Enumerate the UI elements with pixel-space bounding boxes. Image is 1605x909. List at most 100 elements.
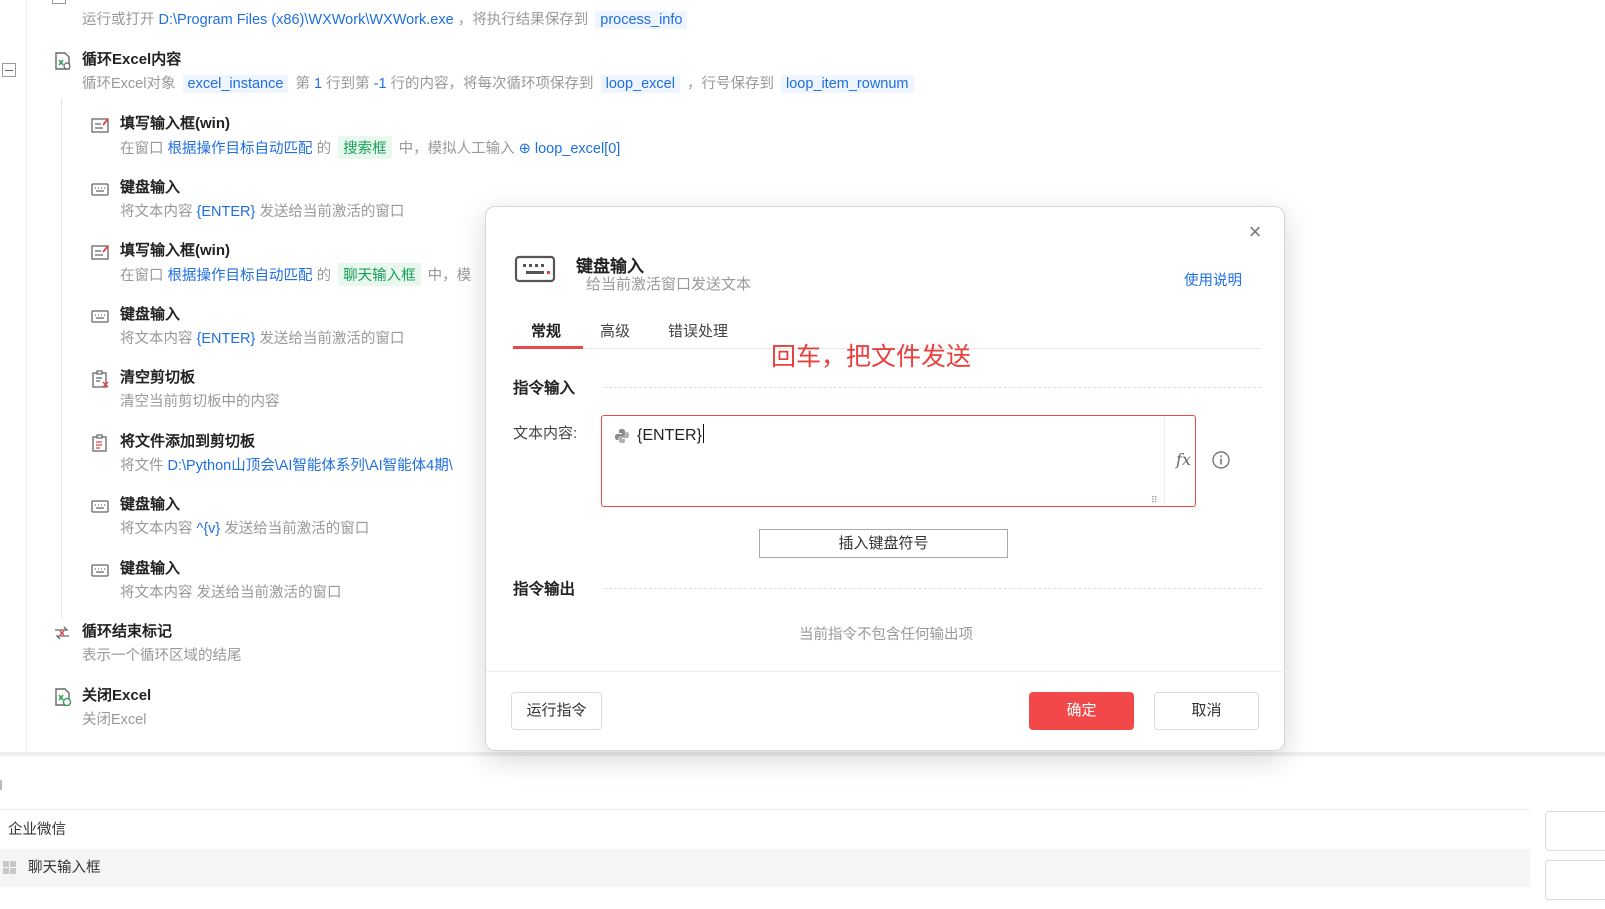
preview-box[interactable] (1545, 860, 1605, 900)
python-icon (615, 429, 629, 443)
step-title: 将文件添加到剪切板 (120, 433, 256, 450)
keyboard-icon (91, 310, 109, 323)
element-tag: 聊天输入框 (338, 263, 421, 286)
step-title: 关闭Excel (82, 687, 152, 704)
step-loop-excel[interactable]: 循环Excel内容 循环Excel对象 excel_instance 第 1 行… (52, 48, 1002, 108)
step-title: 循环结束标记 (82, 623, 173, 640)
text-caret (702, 424, 704, 443)
input-section-title: 指令输入 (513, 380, 576, 397)
element-library-panel: 企业微信 聊天输入框 (0, 756, 1605, 909)
cancel-button[interactable]: 取消 (1154, 692, 1259, 730)
output-section-title: 指令输出 (513, 581, 576, 598)
run-command-button[interactable]: 运行指令 (511, 692, 602, 730)
tree-item-chat-input[interactable]: 聊天输入框 (0, 849, 1530, 887)
step-desc: 关闭Excel (82, 712, 147, 728)
left-rail (26, 0, 27, 770)
file-path: D:\Python山顶会\AI智能体系列\AI智能体4期\ (167, 458, 453, 474)
key-text: {ENTER} (196, 204, 256, 220)
section-divider (604, 387, 1261, 388)
desc-text: 行到第 (326, 76, 370, 92)
function-icon[interactable]: fx (1176, 450, 1191, 469)
step-keyboard-2[interactable]: 键盘输入 将文本内容 {ENTER} 发送给当前激活的窗口 (90, 303, 490, 363)
keyboard-icon (514, 255, 556, 283)
step-desc: 循环Excel对象 excel_instance 第 1 行到第 -1 行的内容… (82, 72, 917, 93)
fx-divider (1164, 416, 1165, 506)
desc-text: 在窗口 (120, 141, 164, 157)
variable-tag: process_info (595, 11, 688, 29)
step-close-excel[interactable]: 关闭Excel 关闭Excel (52, 684, 452, 744)
insert-key-symbol-button[interactable]: 插入键盘符号 (759, 529, 1008, 558)
variable-tag: excel_instance (182, 75, 289, 93)
edit-input-icon (91, 118, 109, 133)
resize-grip-icon[interactable]: ⠿ (1151, 496, 1159, 505)
excel-loop-icon (55, 52, 71, 70)
clipboard-add-icon (92, 434, 107, 452)
desc-text: 第 (295, 76, 310, 92)
step-keyboard-1[interactable]: 键盘输入 将文本内容 {ENTER} 发送给当前激活的窗口 (90, 176, 490, 236)
tab-advanced[interactable]: 高级 (600, 320, 630, 341)
variable-expression: ⊕ loop_excel[0] (518, 141, 621, 157)
panel-marker (0, 780, 2, 790)
step-desc: 将文本内容 {ENTER} 发送给当前激活的窗口 (120, 200, 404, 221)
section-divider (604, 588, 1261, 589)
desc-text: 中，模 (427, 268, 472, 284)
end-row: -1 (373, 76, 387, 92)
desc-text: 运行或打开 (82, 12, 155, 28)
step-fill-input-2[interactable]: 填写输入框(win) 在窗口 根据操作目标自动匹配 的 聊天输入框 中，模 (90, 239, 480, 299)
step-fill-input-1[interactable]: 填写输入框(win) 在窗口 根据操作目标自动匹配 的 搜索框 中，模拟人工输入… (90, 112, 790, 172)
step-desc: 将文件 D:\Python山顶会\AI智能体系列\AI智能体4期\ (120, 454, 453, 475)
step-add-file-clipboard[interactable]: 将文件添加到剪切板 将文件 D:\Python山顶会\AI智能体系列\AI智能体… (90, 430, 475, 490)
tree-item-label: 聊天输入框 (28, 860, 101, 876)
step-desc: 将文本内容 发送给当前激活的窗口 (120, 585, 342, 601)
step-title: 键盘输入 (120, 496, 181, 513)
step-desc: 将文本内容 ^{v} 发送给当前激活的窗口 (120, 517, 369, 538)
keyboard-icon (91, 564, 109, 577)
confirm-button[interactable]: 确定 (1029, 692, 1134, 730)
text-content-label: 文本内容: (513, 425, 578, 442)
preview-box[interactable] (1545, 811, 1605, 851)
desc-text: 将文件 (120, 458, 164, 474)
window-match-link: 根据操作目标自动匹配 (167, 141, 313, 157)
step-keyboard-4[interactable]: 键盘输入 将文本内容 发送给当前激活的窗口 (90, 557, 490, 617)
close-icon[interactable]: × (1244, 221, 1266, 243)
clipboard-clear-icon (92, 370, 109, 388)
text-content-value: {ENTER} (637, 427, 702, 444)
step-desc: 在窗口 根据操作目标自动匹配 的 搜索框 中，模拟人工输入 ⊕ loop_exc… (120, 136, 620, 159)
active-tab-indicator (513, 346, 583, 349)
no-output-text: 当前指令不包含任何输出项 (799, 627, 973, 643)
desc-text: ，将执行结果保存到 (457, 12, 589, 28)
help-link[interactable]: 使用说明 (1184, 269, 1242, 290)
tree-item-label: 企业微信 (8, 822, 66, 838)
step-desc: 表示一个循环区域的结尾 (82, 648, 242, 664)
tree-item-wecom[interactable]: 企业微信 (0, 809, 1530, 849)
step-keyboard-3[interactable]: 键盘输入 将文本内容 ^{v} 发送给当前激活的窗口 (90, 493, 490, 553)
text-content-input[interactable]: {ENTER} fx ⠿ (601, 415, 1196, 507)
tab-general[interactable]: 常规 (531, 320, 561, 341)
keyboard-icon (91, 500, 109, 513)
step-title: 键盘输入 (120, 306, 181, 323)
keyboard-input-dialog: × 键盘输入 给当前激活窗口发送文本 使用说明 常规 高级 错误处理 回车，把文… (485, 206, 1286, 751)
dialog-subtitle: 给当前激活窗口发送文本 (586, 276, 752, 293)
tab-error-handling[interactable]: 错误处理 (668, 320, 728, 341)
loop-end-icon (55, 626, 69, 640)
collapse-toggle-loop[interactable] (2, 63, 16, 77)
footer-divider (486, 671, 1286, 672)
info-icon[interactable] (1211, 450, 1231, 470)
step-desc: 在窗口 根据操作目标自动匹配 的 聊天输入框 中，模 (120, 263, 471, 286)
text-content-value-wrap: {ENTER} (637, 424, 704, 445)
window-match-link: 根据操作目标自动匹配 (167, 268, 313, 284)
program-path: D:\Program Files (x86)\WXWork\WXWork.exe (158, 12, 454, 28)
desc-text: 循环Excel对象 (82, 76, 176, 92)
step-loop-end[interactable]: 循环结束标记 表示一个循环区域的结尾 (52, 620, 452, 680)
step-title: 填写输入框(win) (120, 115, 230, 132)
step-title: 循环Excel内容 (82, 51, 182, 68)
step-clear-clipboard[interactable]: 清空剪切板 清空当前剪切板中的内容 (90, 366, 490, 426)
desc-text: 发送给当前激活的窗口 (224, 521, 370, 537)
desc-text: 发送给当前激活的窗口 (259, 331, 405, 347)
annotation-note: 回车，把文件发送 (771, 343, 972, 371)
step-title: 键盘输入 (120, 179, 181, 196)
step-title: 填写输入框(win) (120, 242, 230, 259)
key-text: ^{v} (196, 521, 221, 537)
variable-tag: loop_excel (600, 75, 680, 93)
step-title: 清空剪切板 (120, 369, 196, 386)
